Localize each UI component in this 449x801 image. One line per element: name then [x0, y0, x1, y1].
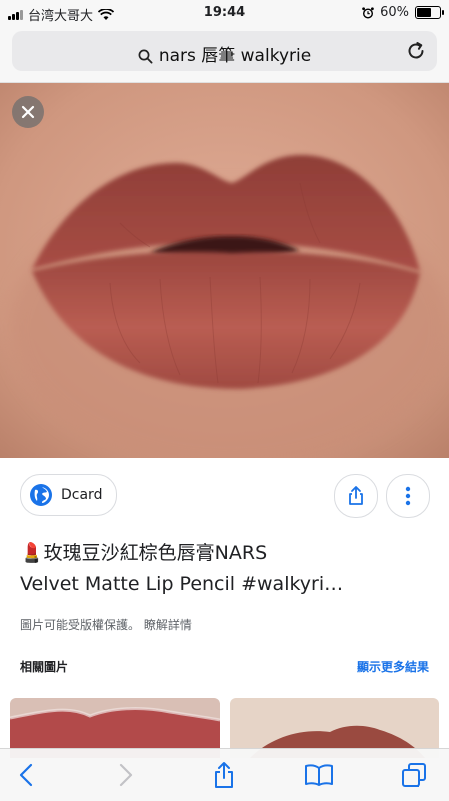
more-options-button[interactable] [386, 474, 430, 518]
forward-button[interactable] [110, 759, 142, 791]
tabs-icon [402, 763, 426, 787]
image-info-card: Dcard 💄玫瑰豆沙紅棕色唇膏NARS Velvet Matte Lip Pe… [0, 458, 449, 758]
alarm-icon [362, 6, 374, 19]
address-bar[interactable]: nars 唇筆 walkyrie [12, 31, 437, 71]
copyright-notice[interactable]: 圖片可能受版權保護。 瞭解詳情 [20, 616, 192, 633]
result-title-line-2: Velvet Matte Lip Pencil #walkyri… [20, 573, 344, 595]
battery-icon [415, 6, 444, 19]
lips-photo [0, 83, 449, 458]
tabs-button[interactable] [398, 759, 430, 791]
share-toolbar-icon [215, 762, 233, 788]
preview-image[interactable] [0, 83, 449, 458]
result-title-line-1: 💄玫瑰豆沙紅棕色唇膏NARS [20, 542, 268, 564]
more-vert-icon [405, 486, 411, 506]
forward-icon [119, 763, 133, 787]
search-icon [138, 49, 153, 63]
status-right: 60% [362, 5, 444, 20]
source-name: Dcard [61, 487, 103, 503]
share-button[interactable] [334, 474, 378, 518]
search-query-row: nars 唇筆 walkyrie [12, 41, 437, 66]
reload-icon[interactable] [405, 40, 427, 62]
bookmarks-button[interactable] [303, 759, 335, 791]
search-query: nars 唇筆 walkyrie [158, 46, 312, 66]
share-icon [349, 486, 363, 505]
status-bar: 台湾大哥大 19:44 60% [0, 0, 449, 26]
related-images-heading: 相關圖片 [20, 660, 69, 674]
close-button[interactable] [12, 96, 44, 128]
share-toolbar-button[interactable] [208, 759, 240, 791]
bookmarks-icon [305, 764, 333, 786]
show-more-results-link[interactable]: 顯示更多結果 [357, 658, 429, 675]
back-icon [19, 763, 33, 787]
close-icon [21, 105, 35, 119]
battery-percent: 60% [380, 5, 409, 20]
browser-toolbar [0, 748, 449, 801]
source-chip[interactable]: Dcard [20, 474, 118, 516]
globe-icon [30, 484, 52, 506]
browser-topbar: nars 唇筆 walkyrie [0, 26, 449, 83]
back-button[interactable] [10, 759, 42, 791]
result-title-link[interactable]: 💄玫瑰豆沙紅棕色唇膏NARS Velvet Matte Lip Pencil #… [20, 538, 435, 600]
